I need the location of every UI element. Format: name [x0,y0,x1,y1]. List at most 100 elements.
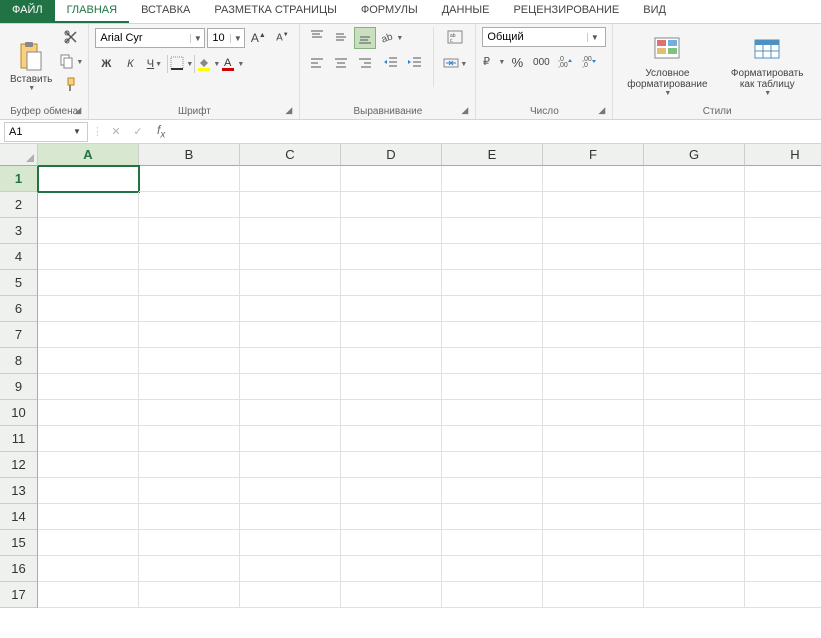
cell[interactable] [341,426,442,452]
cell[interactable] [745,218,821,244]
cell[interactable] [240,400,341,426]
cell[interactable] [442,530,543,556]
row-header[interactable]: 17 [0,582,38,608]
column-header[interactable]: E [442,144,543,166]
cell[interactable] [240,504,341,530]
dropdown-arrow-icon[interactable]: ▼ [230,34,244,43]
cell[interactable] [442,166,543,192]
cell[interactable] [644,478,745,504]
cell[interactable] [240,582,341,608]
dropdown-arrow-icon[interactable]: ▼ [587,33,601,42]
cell[interactable] [38,218,139,244]
cell[interactable] [644,192,745,218]
cell[interactable] [644,530,745,556]
cell[interactable] [240,426,341,452]
cell[interactable] [341,348,442,374]
cell[interactable] [644,582,745,608]
font-name-select[interactable]: ▼ [95,28,205,48]
cell[interactable] [644,504,745,530]
row-header[interactable]: 9 [0,374,38,400]
cell[interactable] [341,452,442,478]
tab-review[interactable]: РЕЦЕНЗИРОВАНИЕ [501,0,631,23]
row-header[interactable]: 7 [0,322,38,348]
row-header[interactable]: 4 [0,244,38,270]
cell[interactable] [442,452,543,478]
tab-home[interactable]: ГЛАВНАЯ [55,0,129,23]
row-header[interactable]: 6 [0,296,38,322]
cell[interactable] [442,556,543,582]
cell[interactable] [442,478,543,504]
cell[interactable] [543,504,644,530]
column-header[interactable]: H [745,144,821,166]
enter-formula-button[interactable]: ✓ [129,123,147,141]
cell[interactable] [240,322,341,348]
cell[interactable] [644,166,745,192]
column-header[interactable]: A [38,144,139,166]
cell[interactable] [38,296,139,322]
cell[interactable] [442,400,543,426]
cell[interactable] [341,374,442,400]
italic-button[interactable]: К [119,53,141,75]
cell[interactable] [543,426,644,452]
cell[interactable] [38,166,139,192]
cell[interactable] [139,452,240,478]
cell[interactable] [341,530,442,556]
cell[interactable] [240,192,341,218]
cell[interactable] [644,322,745,348]
cell[interactable] [38,478,139,504]
cell[interactable] [745,166,821,192]
conditional-formatting-button[interactable]: Условное форматирование▼ [619,27,715,104]
cell[interactable] [38,192,139,218]
increase-decimal-button[interactable]: ,0,00 [554,51,576,73]
row-header[interactable]: 1 [0,166,38,192]
cell[interactable] [543,218,644,244]
align-middle-button[interactable] [330,27,352,49]
cell[interactable] [38,452,139,478]
font-color-button[interactable]: A▼ [221,53,243,75]
tab-file[interactable]: ФАЙЛ [0,0,55,23]
accounting-format-button[interactable]: ₽▼ [482,51,504,73]
column-header[interactable]: F [543,144,644,166]
cell[interactable] [644,270,745,296]
column-header[interactable]: C [240,144,341,166]
orientation-button[interactable]: ab▼ [380,27,402,49]
cell[interactable] [442,218,543,244]
align-right-button[interactable] [354,53,376,75]
tab-view[interactable]: ВИД [631,0,678,23]
cell[interactable] [341,582,442,608]
cell[interactable] [38,556,139,582]
row-header[interactable]: 5 [0,270,38,296]
number-format-select[interactable]: ▼ [482,27,606,47]
cell[interactable] [139,426,240,452]
cell[interactable] [543,270,644,296]
cell[interactable] [745,582,821,608]
cell[interactable] [139,348,240,374]
cell[interactable] [543,582,644,608]
borders-button[interactable]: ▼ [170,53,192,75]
cell[interactable] [240,270,341,296]
cell[interactable] [341,244,442,270]
cell[interactable] [341,270,442,296]
cell[interactable] [644,556,745,582]
cell[interactable] [38,400,139,426]
cell[interactable] [442,192,543,218]
cell[interactable] [139,478,240,504]
cell[interactable] [442,582,543,608]
cell[interactable] [341,296,442,322]
cell[interactable] [139,244,240,270]
cell[interactable] [745,400,821,426]
cell[interactable] [745,452,821,478]
cell[interactable] [139,504,240,530]
cell[interactable] [745,374,821,400]
cell[interactable] [644,452,745,478]
cell[interactable] [442,374,543,400]
cell[interactable] [745,270,821,296]
font-name-input[interactable] [96,32,190,44]
column-header[interactable]: G [644,144,745,166]
align-top-button[interactable] [306,27,328,49]
cell[interactable] [38,322,139,348]
cell[interactable] [139,192,240,218]
cell[interactable] [341,192,442,218]
row-header[interactable]: 2 [0,192,38,218]
cell[interactable] [745,348,821,374]
